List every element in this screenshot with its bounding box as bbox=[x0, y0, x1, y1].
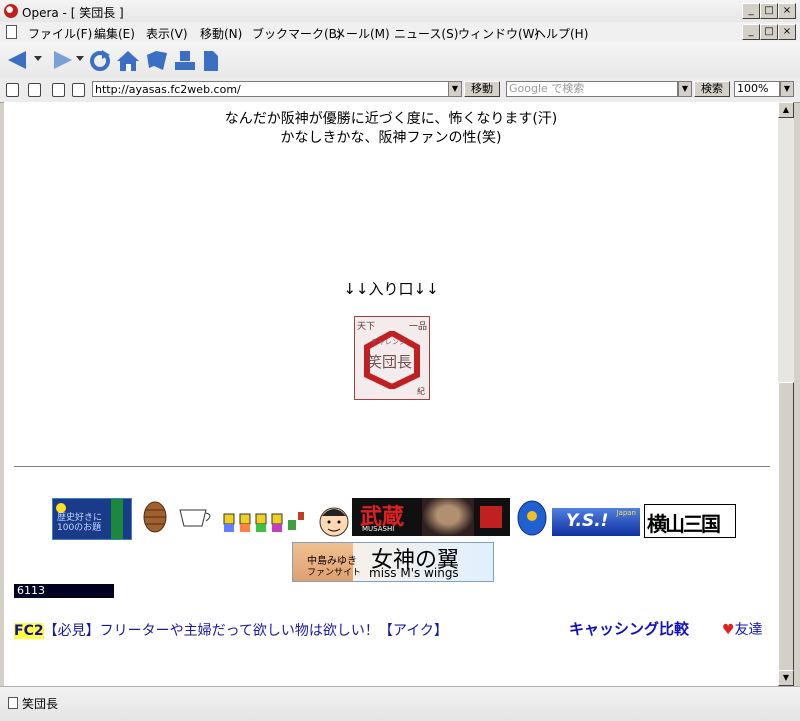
status-text: 笑団長 bbox=[22, 697, 59, 711]
miyuki-en: miss M's wings bbox=[369, 566, 459, 580]
url-dropdown-icon[interactable]: ▼ bbox=[448, 81, 462, 97]
bamboo-decoration bbox=[111, 499, 123, 539]
opera-icon bbox=[4, 4, 18, 18]
status-bar: 笑団長 bbox=[0, 686, 800, 721]
musashi-portrait bbox=[422, 498, 474, 536]
entrance-text: ↓↓入り口↓↓ bbox=[343, 280, 439, 298]
menu-bookmarks[interactable]: ブックマーク(B) bbox=[252, 25, 342, 42]
forward-history-icon[interactable] bbox=[76, 54, 84, 62]
menu-edit[interactable]: 編集(E) bbox=[94, 25, 135, 42]
doc-restore-button[interactable]: □ bbox=[760, 24, 778, 40]
minimize-button[interactable]: _ bbox=[742, 3, 760, 19]
divider bbox=[14, 466, 770, 467]
fc2-ad-link[interactable]: FC2【必見】フリーターや主婦だって欲しい物は欲しい！【アイク】 bbox=[14, 620, 448, 640]
menu-navigate[interactable]: 移動(N) bbox=[200, 25, 242, 42]
blue-egg-icon[interactable] bbox=[516, 500, 548, 536]
musashi-banner[interactable]: 武蔵 MUSASHI bbox=[352, 498, 510, 536]
fc2-tag: FC2 bbox=[14, 623, 44, 639]
navigation-toolbar bbox=[0, 42, 800, 78]
entrance-stamp-link[interactable]: 天下 一品 チャレンジ 笑団長 紀 bbox=[354, 316, 430, 400]
sangokushi-title: 横山三国志 bbox=[647, 512, 721, 536]
intro-line-1: なんだか阪神が優勝に近づく度に、怖くなります(汗) bbox=[224, 111, 558, 127]
miyuki-banner[interactable]: 中島みゆき ファンサイト 女神の翼 miss M's wings bbox=[292, 542, 494, 582]
scroll-up-icon[interactable]: ▲ bbox=[778, 102, 794, 118]
stamp-bottom-text: 紀 bbox=[417, 387, 425, 396]
menu-help[interactable]: ヘルプ(H) bbox=[534, 25, 588, 42]
home-icon[interactable] bbox=[116, 50, 140, 72]
intro-line-2: かなしきかな、阪神ファンの性(笑) bbox=[280, 130, 502, 146]
maximize-button[interactable]: □ bbox=[760, 3, 778, 19]
cashing-link[interactable]: キャッシング比較 bbox=[569, 618, 689, 639]
print-icon[interactable] bbox=[174, 50, 196, 72]
menu-news[interactable]: ニュース(S) bbox=[394, 25, 458, 42]
go-button[interactable]: 移動 bbox=[464, 81, 500, 97]
history-100-banner[interactable]: 歴史好きに100のお題 bbox=[52, 498, 132, 540]
friend-link-text: 友達 bbox=[734, 622, 763, 638]
url-input[interactable]: http://ayasas.fc2web.com/ bbox=[92, 81, 462, 97]
scroll-thumb[interactable] bbox=[778, 382, 794, 671]
history-banner-text: 歴史好きに100のお題 bbox=[57, 513, 103, 533]
menu-view[interactable]: 表示(V) bbox=[146, 25, 188, 42]
page-icon bbox=[6, 25, 17, 39]
image-toggle-icon[interactable] bbox=[28, 83, 41, 97]
sangokushi-banner[interactable]: 横山三国志 bbox=[644, 504, 736, 538]
forward-icon[interactable] bbox=[50, 50, 74, 70]
page-content: なんだか阪神が優勝に近づく度に、怖くなります(汗) かなしきかな、阪神ファンの性… bbox=[4, 102, 778, 686]
title-bar: Opera - [ 笑団長 ] _ □ × bbox=[0, 0, 800, 23]
menu-bar: ファイル(F) 編集(E) 表示(V) 移動(N) ブックマーク(B) メール(… bbox=[0, 22, 800, 42]
access-counter: 6113 bbox=[14, 584, 114, 598]
doc-minimize-button[interactable]: _ bbox=[742, 24, 760, 40]
window-title: Opera - [ 笑団長 ] bbox=[22, 6, 124, 20]
close-button[interactable]: × bbox=[778, 3, 796, 19]
yeos-banner[interactable]: Y.S.! Japan bbox=[552, 508, 640, 536]
musashi-seal bbox=[480, 506, 502, 528]
search-engine-dropdown-icon[interactable]: ▼ bbox=[678, 81, 692, 97]
zoom-select[interactable]: 100% bbox=[734, 81, 780, 97]
vertical-scrollbar[interactable]: ▲ ▼ bbox=[778, 102, 794, 686]
yeos-subtitle: Japan bbox=[616, 509, 636, 517]
heart-icon: ♥ bbox=[722, 622, 735, 638]
musashi-subtitle: MUSASHI bbox=[362, 525, 395, 533]
miyuki-site: ファンサイト bbox=[307, 568, 362, 578]
pixel-figures-icon[interactable] bbox=[222, 510, 308, 534]
sun-icon bbox=[56, 503, 66, 513]
search-input[interactable]: Google で検索 bbox=[506, 81, 678, 97]
address-bar: http://ayasas.fc2web.com/ ▼ 移動 Google で検… bbox=[0, 78, 800, 103]
friend-link[interactable]: ♥友達 bbox=[722, 619, 763, 639]
menu-mail[interactable]: メール(M) bbox=[334, 25, 390, 42]
user-mode-icon[interactable] bbox=[72, 83, 85, 97]
menu-window[interactable]: ウィンドウ(W) bbox=[458, 25, 539, 42]
teacup-icon[interactable] bbox=[178, 506, 216, 530]
face-icon[interactable] bbox=[316, 502, 352, 538]
zoom-dropdown-icon[interactable]: ▼ bbox=[780, 81, 794, 97]
scroll-down-icon[interactable]: ▼ bbox=[778, 670, 794, 686]
yeos-title: Y.S.! bbox=[566, 511, 609, 531]
back-history-icon[interactable] bbox=[34, 54, 42, 62]
search-button[interactable]: 検索 bbox=[694, 81, 730, 97]
reload-icon[interactable] bbox=[88, 50, 112, 72]
status-tab[interactable]: 笑団長 bbox=[8, 695, 58, 712]
hotlist-icon[interactable] bbox=[146, 50, 168, 72]
doc-close-button[interactable]: × bbox=[778, 24, 796, 40]
document-icon[interactable] bbox=[52, 83, 65, 97]
stamp-center-text: 笑団長 bbox=[367, 353, 413, 371]
menu-file[interactable]: ファイル(F) bbox=[28, 25, 92, 42]
barrel-icon[interactable] bbox=[142, 500, 168, 534]
security-icon[interactable] bbox=[6, 83, 19, 97]
fc2-ad-text: 【必見】フリーターや主婦だって欲しい物は欲しい！【アイク】 bbox=[43, 623, 448, 639]
stamp-mid-text: チャレンジ bbox=[371, 338, 406, 346]
tab-page-icon bbox=[8, 697, 18, 709]
back-icon[interactable] bbox=[6, 50, 30, 70]
new-page-icon[interactable] bbox=[202, 50, 220, 72]
